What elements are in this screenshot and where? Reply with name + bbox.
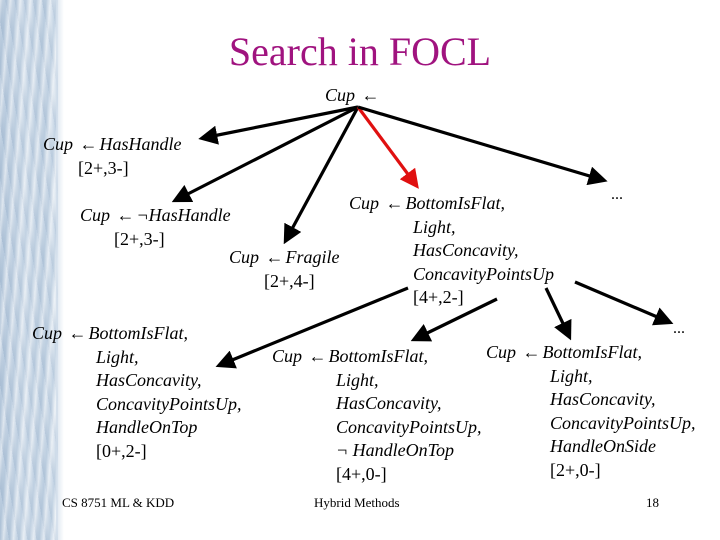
tree-node-handleontop: Cup ← BottomIsFlat, Light, HasConcavity, … — [32, 322, 241, 463]
node-body-line: ConcavityPointsUp, — [550, 412, 696, 433]
implies-arrow-icon: ← — [68, 323, 87, 343]
node-count: [4+,0-] — [336, 463, 387, 484]
node-body: ¬HasHandle — [136, 205, 231, 225]
tree-node-fragile: Cup ← Fragile [2+,4-] — [229, 246, 340, 293]
node-body-line: HasConcavity, — [336, 393, 442, 413]
node-head: Cup — [486, 342, 517, 362]
node-count: [0+,2-] — [96, 440, 147, 461]
node-body-line: HasConcavity, — [96, 370, 202, 390]
node-body: Fragile — [285, 247, 340, 267]
node-body: HasHandle — [99, 134, 182, 154]
node-head: Cup — [80, 205, 111, 225]
node-body-line: Light, — [96, 346, 139, 367]
node-head: Cup — [272, 346, 303, 366]
node-head: Cup — [349, 193, 380, 213]
footer-course: CS 8751 ML & KDD — [62, 495, 175, 510]
node-body-line: BottomIsFlat, — [542, 342, 643, 362]
node-body-line: ConcavityPointsUp, — [336, 416, 482, 437]
node-body-line: ¬ HandleOnTop — [336, 440, 454, 460]
node-count: [2+,3-] — [78, 157, 129, 178]
node-head: Cup — [229, 247, 260, 267]
edge-root-to-hashandle — [198, 105, 359, 145]
node-body-line: Light, — [550, 365, 593, 386]
tree-node-not-handleontop: Cup ← BottomIsFlat, Light, HasConcavity, … — [272, 345, 481, 486]
implies-arrow-icon: ← — [385, 193, 404, 213]
edge-root-to-more — [357, 105, 608, 186]
node-head: Cup — [43, 134, 74, 154]
node-body-line: BottomIsFlat, — [405, 193, 506, 213]
edge-root-to-nothashandle — [171, 105, 359, 203]
node-count: [2+,4-] — [264, 270, 315, 291]
edge-root-to-bottomisflat — [356, 106, 419, 189]
tree-root: Cup ← — [325, 84, 382, 108]
node-body-line: HandleOnTop — [96, 417, 198, 437]
node-count: [4+,2-] — [413, 287, 464, 307]
tree-node-handleonside: Cup ← BottomIsFlat, Light, HasConcavity, … — [486, 341, 695, 482]
node-count: [2+,3-] — [114, 228, 165, 249]
edge-to-more2 — [574, 280, 674, 326]
implies-arrow-icon: ← — [116, 205, 135, 225]
implies-arrow-icon: ← — [522, 342, 541, 362]
node-body-line: ConcavityPointsUp — [413, 263, 554, 284]
node-count: [2+,0-] — [550, 459, 601, 480]
root-head: Cup — [325, 85, 356, 105]
node-body-line: Light, — [336, 369, 379, 390]
tree-node-bottomisflat: Cup ← BottomIsFlat, Light, HasConcavity, … — [349, 192, 554, 310]
node-body-line: BottomIsFlat, — [328, 346, 429, 366]
node-body-line: HasConcavity, — [413, 240, 519, 260]
node-body-line: HasConcavity, — [550, 389, 656, 409]
implies-arrow-icon: ← — [79, 134, 98, 154]
node-body-line: HandleOnSide — [550, 436, 656, 456]
node-body-line: ConcavityPointsUp, — [96, 393, 242, 414]
implies-arrow-icon: ← — [361, 85, 380, 105]
implies-arrow-icon: ← — [308, 346, 327, 366]
tree-node-hashandle: Cup ← HasHandle [2+,3-] — [43, 133, 182, 180]
footer-topic: Hybrid Methods — [314, 495, 400, 510]
implies-arrow-icon: ← — [265, 247, 284, 267]
node-head: Cup — [32, 323, 63, 343]
tree-node-more: ... — [611, 186, 623, 203]
node-body-line: Light, — [413, 216, 456, 237]
tree-node-more: ... — [673, 320, 685, 337]
footer-page-number: 18 — [646, 495, 659, 510]
tree-node-not-hashandle: Cup ← ¬HasHandle [2+,3-] — [80, 204, 231, 251]
node-body-line: BottomIsFlat, — [88, 323, 189, 343]
